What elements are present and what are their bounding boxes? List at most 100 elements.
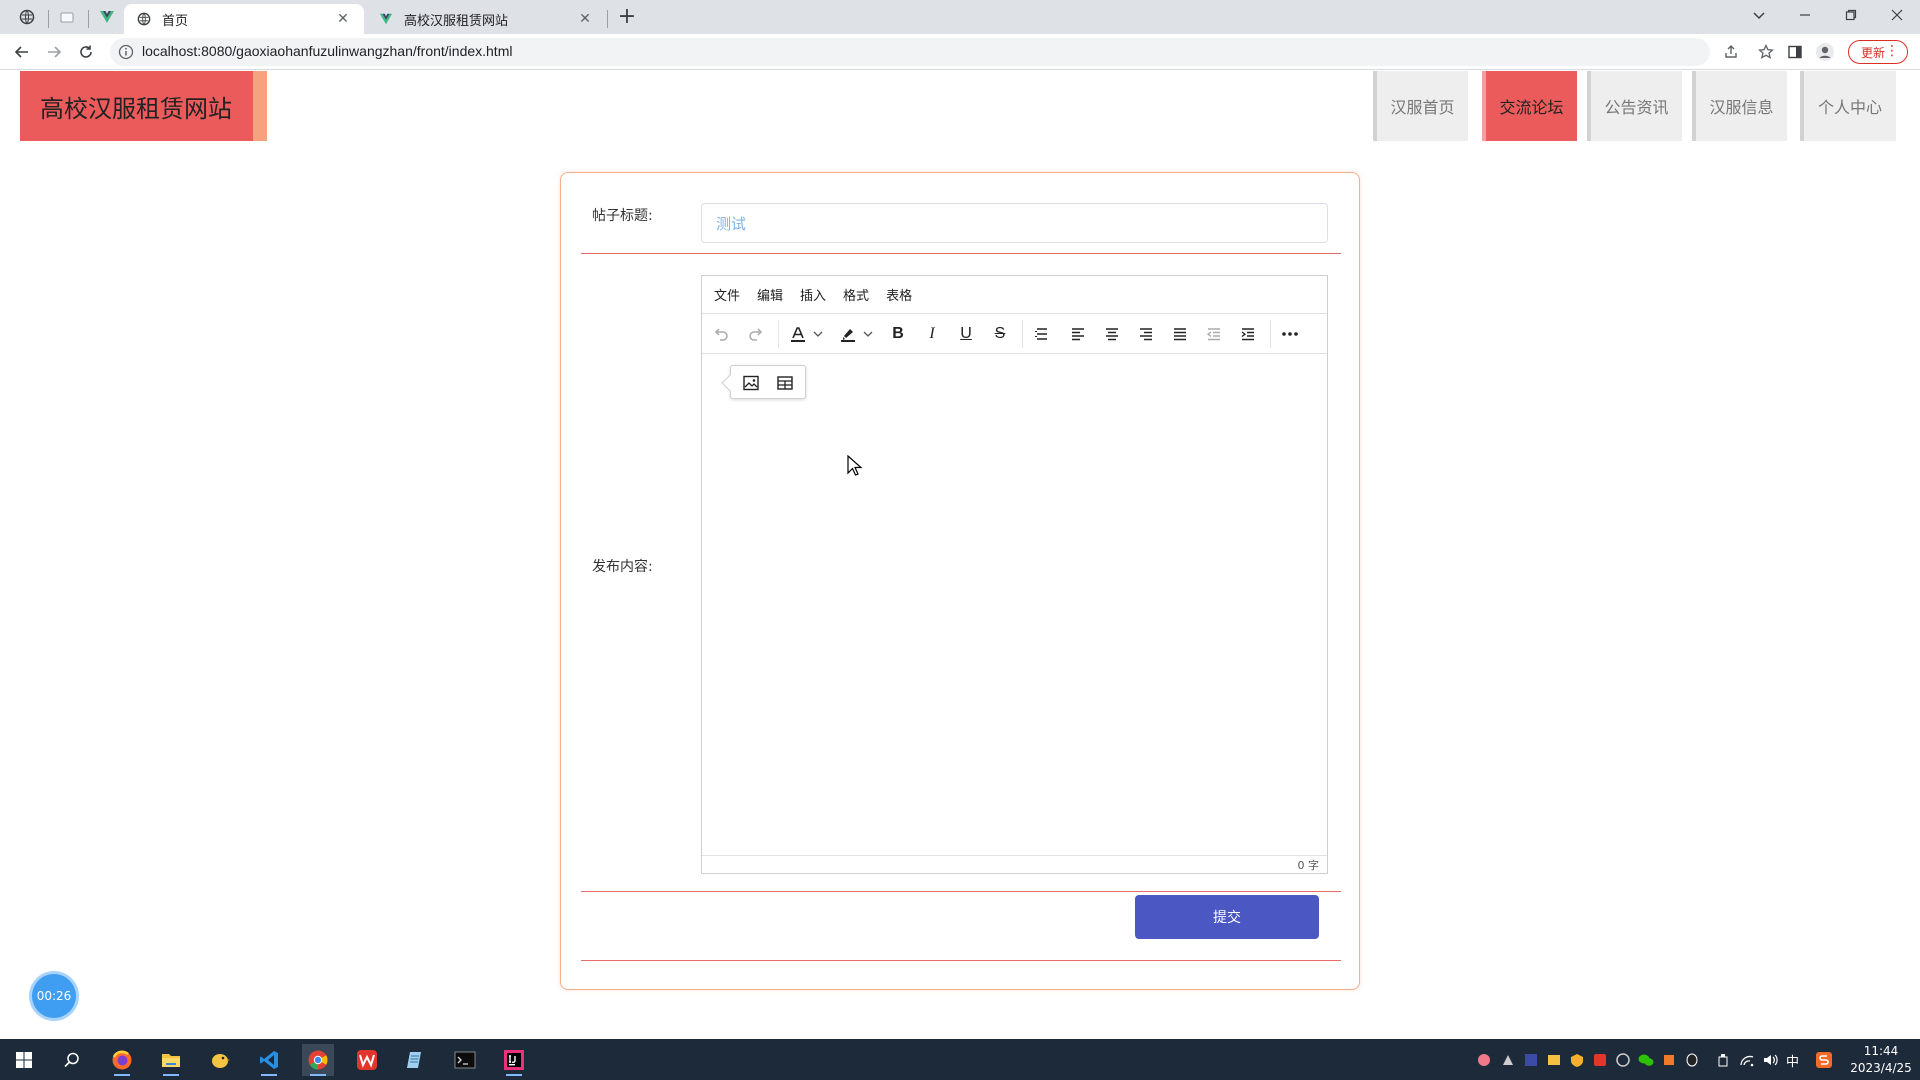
terminal-icon[interactable]	[449, 1044, 481, 1076]
align-justify-icon[interactable]	[1168, 322, 1192, 346]
underline-icon[interactable]: U	[954, 322, 978, 346]
tab-title: 首页	[162, 13, 189, 29]
share-icon[interactable]	[1720, 41, 1742, 63]
tray-app-icon[interactable]	[1475, 1051, 1493, 1069]
tray-app-icon[interactable]	[1614, 1051, 1632, 1069]
pinned-tab-vue[interactable]	[92, 4, 122, 30]
line-height-icon[interactable]	[1030, 322, 1054, 346]
taskbar-clock[interactable]: 11:44 2023/4/25	[1848, 1043, 1914, 1077]
nav-label: 汉服信息	[1709, 98, 1774, 117]
align-center-icon[interactable]	[1100, 322, 1124, 346]
usb-device-icon[interactable]	[1714, 1051, 1732, 1069]
editor-statusbar: 0 字	[702, 855, 1327, 873]
vscode-icon[interactable]	[253, 1044, 285, 1076]
align-left-icon[interactable]	[1066, 322, 1090, 346]
bold-icon[interactable]: B	[886, 322, 910, 346]
align-right-icon[interactable]	[1134, 322, 1158, 346]
divider	[581, 253, 1341, 254]
table-icon[interactable]	[773, 371, 797, 395]
outdent-icon[interactable]	[1202, 322, 1226, 346]
forward-arrow-icon[interactable]	[40, 38, 68, 66]
nav-item-home[interactable]: 汉服首页	[1373, 71, 1468, 141]
submit-button[interactable]: 提交	[1135, 895, 1319, 939]
site-logo[interactable]: 高校汉服租赁网站	[20, 71, 267, 141]
italic-icon[interactable]: I	[920, 322, 944, 346]
intellij-idea-icon[interactable]	[498, 1044, 530, 1076]
volume-icon[interactable]	[1762, 1051, 1780, 1069]
editor-toolbar: B I U S	[702, 314, 1327, 354]
qq-icon[interactable]	[1683, 1051, 1701, 1069]
strikethrough-icon[interactable]: S	[988, 322, 1012, 346]
title-input[interactable]: 测试	[701, 203, 1328, 243]
update-button[interactable]: 更新 ⋮	[1848, 40, 1908, 64]
network-wifi-icon[interactable]	[1738, 1051, 1756, 1069]
indent-icon[interactable]	[1236, 322, 1260, 346]
nav-item-hanfu[interactable]: 汉服信息	[1692, 71, 1787, 141]
tab-search-chevron-icon[interactable]	[1736, 0, 1782, 30]
restore-icon[interactable]	[1828, 0, 1874, 30]
windows-start-icon[interactable]	[8, 1044, 40, 1076]
close-tab-icon[interactable]: ✕	[576, 10, 594, 28]
side-panel-icon[interactable]	[1784, 41, 1806, 63]
bookmark-star-icon[interactable]	[1755, 41, 1777, 63]
undo-icon[interactable]	[709, 322, 733, 346]
text-color-icon[interactable]	[786, 322, 810, 346]
recording-timer[interactable]: 00:26	[32, 974, 76, 1018]
nav-item-profile[interactable]: 个人中心	[1800, 71, 1896, 141]
app-chick-icon[interactable]	[204, 1044, 236, 1076]
new-tab-button[interactable]: +	[614, 5, 640, 31]
wps-office-icon[interactable]	[351, 1044, 383, 1076]
globe-icon	[136, 11, 152, 27]
notepad-icon[interactable]	[400, 1044, 432, 1076]
close-window-icon[interactable]	[1874, 0, 1920, 30]
image-icon[interactable]	[739, 371, 763, 395]
more-toolbar-icon[interactable]	[1278, 322, 1302, 346]
rich-text-editor[interactable]: 文件 编辑 插入 格式 表格 B I U S 0 字	[701, 275, 1328, 874]
tab-home[interactable]: 首页 ✕	[124, 4, 364, 34]
nav-label: 公告资讯	[1604, 98, 1669, 117]
tab-title: 高校汉服租赁网站	[404, 13, 509, 29]
mouse-cursor-icon	[847, 455, 863, 476]
menu-edit[interactable]: 编辑	[757, 285, 783, 304]
minimize-icon[interactable]	[1782, 0, 1828, 30]
nav-label: 汉服首页	[1390, 98, 1455, 117]
reload-icon[interactable]	[72, 38, 100, 66]
search-icon[interactable]	[56, 1044, 88, 1076]
redo-icon[interactable]	[744, 322, 768, 346]
editor-content-area[interactable]	[702, 354, 1327, 855]
nav-item-forum[interactable]: 交流论坛	[1482, 71, 1577, 141]
chevron-down-icon[interactable]	[862, 322, 874, 346]
tray-app-icon[interactable]	[1499, 1051, 1517, 1069]
tray-app-icon[interactable]	[1660, 1051, 1678, 1069]
file-explorer-icon[interactable]	[155, 1044, 187, 1076]
chevron-down-icon[interactable]	[812, 322, 824, 346]
browser-tab-bar: 首页 ✕ 高校汉服租赁网站 ✕ +	[0, 0, 1920, 34]
url-text: localhost:8080/gaoxiaohanfuzulinwangzhan…	[142, 43, 513, 59]
highlight-color-icon[interactable]	[836, 322, 860, 346]
tray-app-icon[interactable]	[1568, 1051, 1586, 1069]
page-content: 高校汉服租赁网站 汉服首页 交流论坛 公告资讯 汉服信息 个人中心 帖子标题: …	[0, 71, 1920, 1039]
menu-table[interactable]: 表格	[886, 285, 912, 304]
pinned-tab-blank[interactable]	[52, 4, 82, 30]
pinned-tab-globe[interactable]	[12, 4, 42, 30]
tab-site[interactable]: 高校汉服租赁网站 ✕	[366, 4, 606, 34]
address-bar[interactable]: localhost:8080/gaoxiaohanfuzulinwangzhan…	[110, 38, 1774, 66]
site-info-icon[interactable]	[118, 44, 134, 60]
sogou-input-icon[interactable]	[1815, 1051, 1833, 1069]
menu-format[interactable]: 格式	[843, 285, 869, 304]
content-label: 发布内容:	[592, 559, 653, 575]
profile-avatar-icon[interactable]	[1814, 41, 1836, 63]
firefox-icon[interactable]	[106, 1044, 138, 1076]
site-title: 高校汉服租赁网站	[40, 95, 232, 123]
tray-app-icon[interactable]	[1545, 1051, 1563, 1069]
chrome-icon[interactable]	[302, 1044, 334, 1076]
close-tab-icon[interactable]: ✕	[334, 10, 352, 28]
menu-insert[interactable]: 插入	[800, 285, 826, 304]
nav-item-news[interactable]: 公告资讯	[1587, 71, 1682, 141]
tray-app-icon[interactable]	[1591, 1051, 1609, 1069]
ime-indicator[interactable]: 中	[1786, 1051, 1799, 1070]
tray-app-icon[interactable]	[1522, 1051, 1540, 1069]
wechat-icon[interactable]	[1637, 1051, 1655, 1069]
menu-file[interactable]: 文件	[714, 285, 740, 304]
back-arrow-icon[interactable]	[8, 38, 36, 66]
